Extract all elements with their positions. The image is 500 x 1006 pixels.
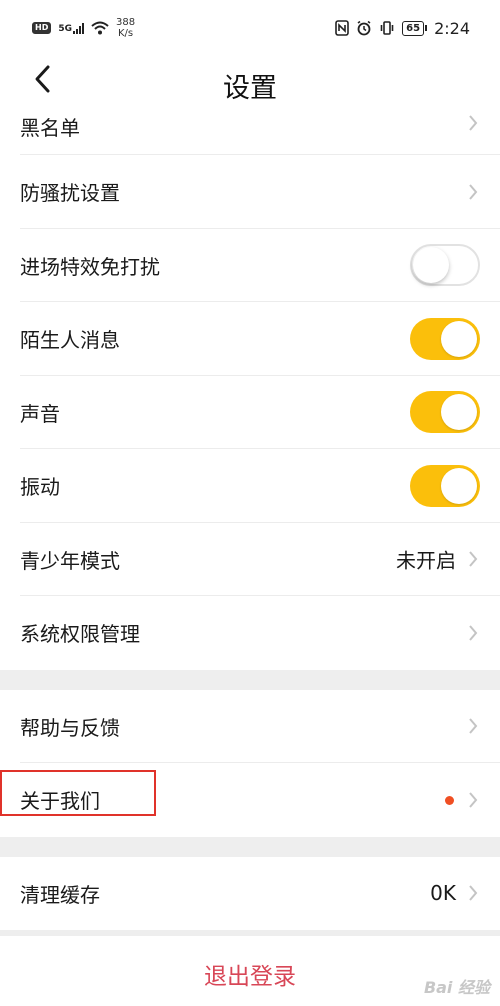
chevron-right-icon [469, 184, 478, 200]
battery-level: 65 [402, 20, 425, 36]
settings-item-entry-effect: 进场特效免打扰 [0, 229, 500, 302]
nfc-icon [335, 20, 349, 36]
battery-icon: 65 [402, 20, 428, 36]
hd-badge: HD [32, 22, 52, 34]
page-title: 设置 [223, 73, 277, 104]
chevron-right-icon [469, 885, 478, 901]
settings-item-vibration: 振动 [0, 449, 500, 523]
signal-bars-icon [73, 22, 84, 34]
settings-item-youth-mode[interactable]: 青少年模式 未开启 [0, 523, 500, 596]
settings-item-label: 帮助与反馈 [20, 715, 120, 740]
status-right: 65 2:24 [335, 19, 470, 38]
stranger-messages-toggle[interactable] [410, 317, 480, 360]
entry-effect-toggle[interactable] [410, 244, 480, 287]
wifi-icon [91, 21, 109, 35]
settings-item-label: 关于我们 [20, 789, 100, 814]
settings-item-sound: 声音 [0, 376, 500, 449]
settings-item-label: 黑名单 [20, 116, 80, 140]
settings-item-dnd[interactable]: 防骚扰设置 [0, 155, 500, 229]
section-divider [0, 669, 500, 690]
status-bar: HD 5G 388 K/s 65 2:24 [0, 0, 500, 56]
network-speed: 388 K/s [116, 17, 135, 39]
cache-size: 0K [430, 881, 456, 906]
nav-header: 设置 [0, 56, 500, 108]
speed-value: 388 [116, 17, 136, 28]
youth-mode-status: 未开启 [396, 548, 456, 573]
speed-unit: K/s [117, 28, 134, 39]
vibration-toggle[interactable] [410, 464, 480, 507]
chevron-right-icon [469, 551, 478, 567]
cellular-icon: 5G [58, 22, 84, 34]
settings-item-about-us[interactable]: 关于我们 [0, 763, 500, 837]
chevron-right-icon [469, 625, 478, 641]
chevron-right-icon [469, 115, 478, 131]
alarm-icon [357, 20, 371, 36]
settings-item-label: 系统权限管理 [20, 622, 140, 647]
clock: 2:24 [434, 18, 470, 38]
notification-dot [445, 795, 454, 805]
sound-toggle[interactable] [410, 391, 480, 434]
settings-item-system-permissions[interactable]: 系统权限管理 [0, 596, 500, 670]
status-left: HD 5G 388 K/s [32, 17, 135, 39]
section-divider [0, 836, 500, 857]
vibrate-icon [380, 21, 394, 35]
settings-item-help-feedback[interactable]: 帮助与反馈 [0, 690, 500, 763]
chevron-right-icon [469, 718, 478, 734]
chevron-right-icon [469, 792, 478, 808]
network-type: 5G [58, 24, 72, 34]
settings-item-clear-cache[interactable]: 清理缓存 0K [0, 857, 500, 931]
settings-item-label: 清理缓存 [20, 882, 100, 907]
watermark: Bai 经验 [423, 978, 490, 997]
settings-item-blacklist[interactable]: 黑名单 [0, 108, 500, 155]
settings-item-stranger-messages: 陌生人消息 [0, 302, 500, 376]
settings-list: 黑名单 防骚扰设置 进场特效免打扰 陌生人消息 声音 振动 青少年模式 未开启 … [0, 108, 500, 1006]
settings-item-label: 防骚扰设置 [20, 181, 120, 206]
